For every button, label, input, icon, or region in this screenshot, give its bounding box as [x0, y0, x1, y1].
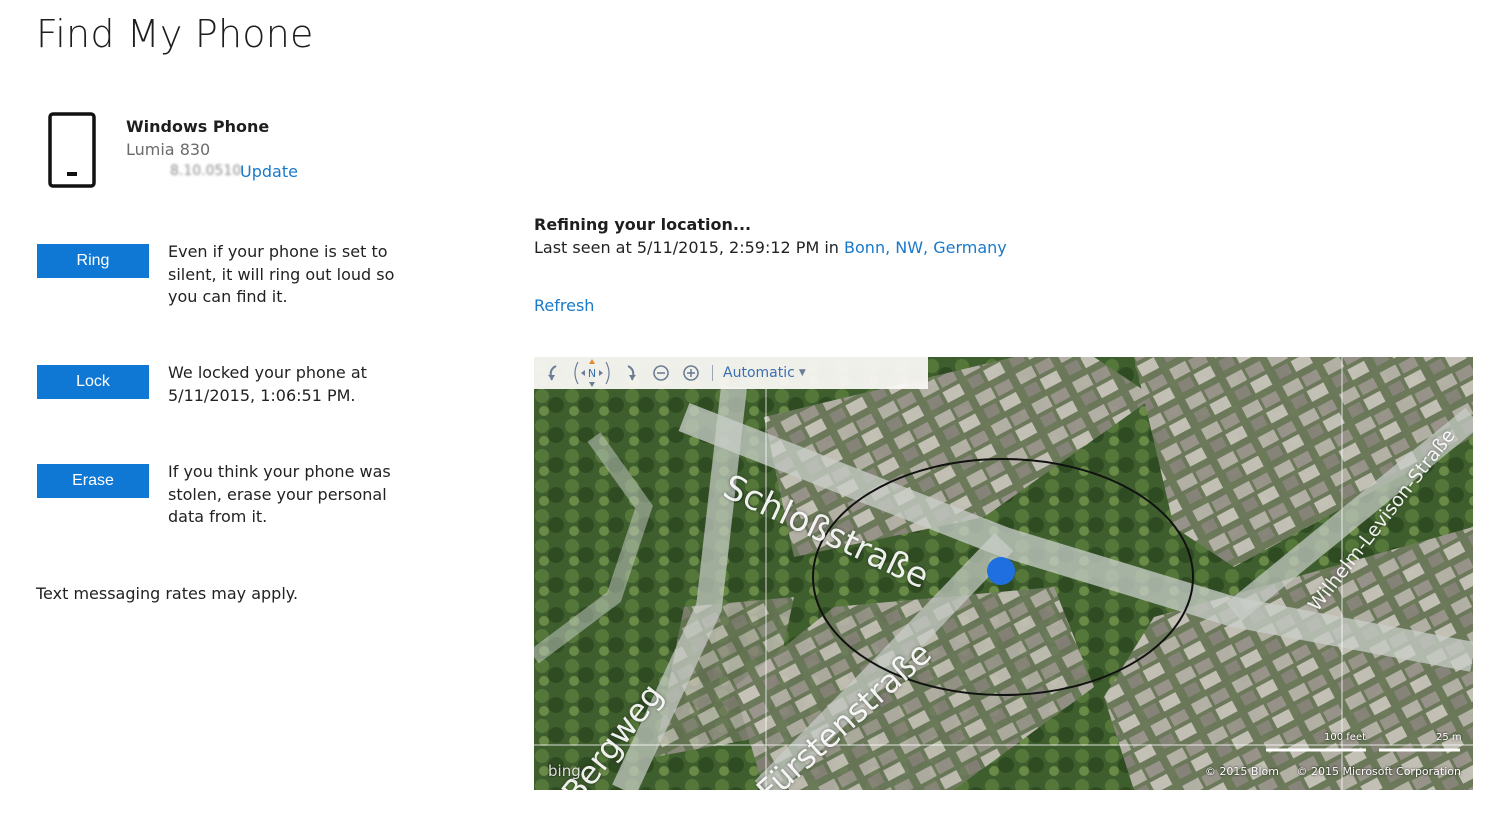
map-copyright: © 2015 Blom © 2015 Microsoft Corporation [1191, 765, 1461, 778]
compass-icon[interactable]: N [570, 359, 614, 387]
location-link[interactable]: Bonn, NW, Germany [844, 238, 1007, 257]
update-link[interactable]: Update [240, 162, 298, 181]
copyright-blom: © 2015 Blom [1204, 765, 1279, 778]
toolbar-separator [712, 365, 713, 381]
page-title: Find My Phone [36, 12, 314, 56]
copyright-microsoft: © 2015 Microsoft Corporation [1296, 765, 1461, 778]
rotate-left-icon[interactable] [540, 360, 566, 386]
map-mode-dropdown[interactable]: Automatic ▼ [723, 365, 806, 381]
chevron-down-icon: ▼ [798, 368, 806, 378]
scale-label-metric: 25 m [1436, 732, 1462, 743]
device-os-version: 8.10.0510 [170, 163, 242, 179]
device-model: Lumia 830 [126, 140, 211, 159]
map-view[interactable]: N Automatic ▼ Schloßstraße Fürstenstraße… [534, 357, 1473, 790]
lock-button[interactable]: Lock [37, 365, 149, 399]
map-toolbar: N Automatic ▼ [534, 357, 928, 389]
phone-icon [48, 112, 96, 188]
zoom-in-icon[interactable] [678, 360, 704, 386]
rotate-right-icon[interactable] [618, 360, 644, 386]
refresh-link[interactable]: Refresh [534, 296, 594, 315]
rates-note: Text messaging rates may apply. [36, 584, 299, 603]
last-seen-text: Last seen at 5/11/2015, 2:59:12 PM in [534, 238, 839, 257]
lock-description: We locked your phone at 5/11/2015, 1:06:… [168, 363, 367, 405]
ring-description: Even if your phone is set to silent, it … [168, 242, 395, 306]
map-mode-label: Automatic [723, 365, 795, 381]
device-name: Windows Phone [126, 117, 270, 136]
bing-logo[interactable]: bing [548, 762, 581, 780]
location-marker [987, 557, 1015, 585]
erase-button[interactable]: Erase [37, 464, 149, 498]
zoom-out-icon[interactable] [648, 360, 674, 386]
compass-label: N [588, 367, 596, 380]
last-seen: Last seen at 5/11/2015, 2:59:12 PM in Bo… [534, 238, 1007, 257]
scale-label-imperial: 100 feet [1324, 732, 1367, 743]
ring-button[interactable]: Ring [37, 244, 149, 278]
erase-description: If you think your phone was stolen, eras… [168, 462, 391, 526]
location-status: Refining your location... [534, 215, 752, 234]
